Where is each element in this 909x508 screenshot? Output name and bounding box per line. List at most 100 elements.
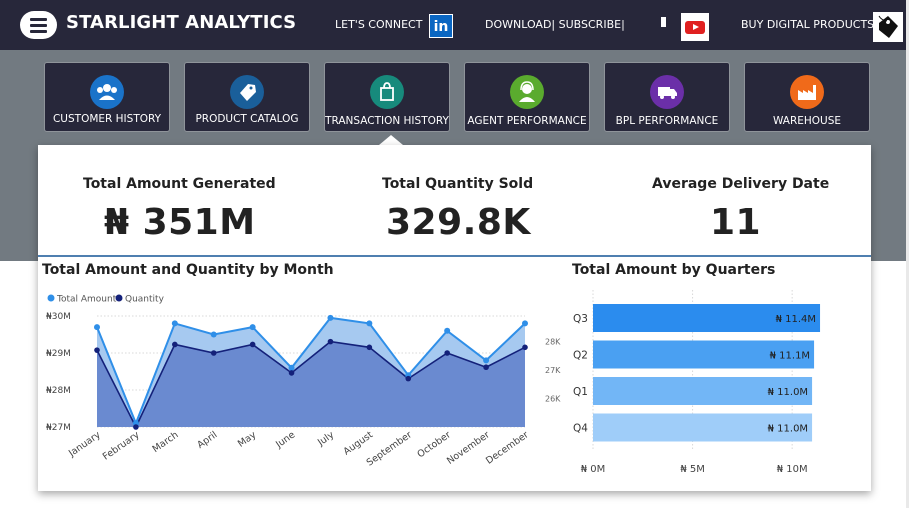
- x-tick-label: April: [195, 429, 219, 450]
- kpi-value-quantity: 329.8K: [386, 202, 531, 243]
- nav-button-transaction-history[interactable]: TRANSACTION HISTORY: [324, 62, 450, 132]
- nav-button-customer-history[interactable]: CUSTOMER HISTORY: [44, 62, 170, 132]
- amount-point[interactable]: [444, 327, 451, 334]
- shopping-bag-icon: [370, 75, 404, 109]
- top-bar: STARLIGHT ANALYTICS LET'S CONNECT in DOW…: [0, 0, 909, 50]
- y-tick-label-left: ₦27M: [46, 423, 71, 433]
- quarter-label: Q1: [573, 386, 588, 398]
- quarter-data-label: ₦ 11.1M: [770, 351, 810, 362]
- x-tick-label: May: [236, 429, 259, 449]
- y-tick-label-left: ₦30M: [46, 312, 71, 322]
- nav-button-agent-performance[interactable]: AGENT PERFORMANCE: [464, 62, 590, 132]
- quantity-point[interactable]: [210, 350, 217, 356]
- amount-point[interactable]: [94, 324, 100, 331]
- kpi-value-delivery: 11: [710, 202, 762, 243]
- nav-label: PRODUCT CATALOG: [195, 113, 299, 125]
- customers-icon: [90, 75, 124, 109]
- x-tick-label: November: [445, 429, 492, 466]
- active-tab-pointer: [379, 135, 403, 145]
- x-tick-label: June: [273, 429, 297, 451]
- quantity-point[interactable]: [249, 341, 256, 348]
- nav-button-warehouse[interactable]: WAREHOUSE: [744, 62, 870, 132]
- delivery-truck-icon-glyph: [658, 87, 677, 99]
- nav-button-product-catalog[interactable]: PRODUCT CATALOG: [184, 62, 310, 132]
- quarter-data-label: ₦ 11.0M: [768, 424, 808, 435]
- quantity-point[interactable]: [133, 424, 139, 430]
- nav-label: TRANSACTION HISTORY: [325, 115, 449, 127]
- amount-point[interactable]: [249, 324, 256, 331]
- x-tick-label: ₦ 10M: [777, 464, 808, 475]
- tags-icon-glyph: [240, 84, 256, 101]
- y-tick-label-right: 28K: [545, 338, 561, 347]
- quarter-label: Q2: [573, 350, 588, 362]
- y-tick-label-right: 26K: [545, 395, 561, 404]
- quarter-label: Q4: [573, 423, 588, 435]
- legend-label-amount: Total Amount: [56, 295, 117, 305]
- x-tick-label: ₦ 0M: [581, 464, 606, 475]
- quarter-chart-title: Total Amount by Quarters: [572, 262, 776, 278]
- quantity-point[interactable]: [172, 341, 178, 348]
- quantity-point[interactable]: [288, 370, 295, 376]
- legend-label-quantity: Quantity: [125, 295, 165, 305]
- quarter-label: Q3: [573, 313, 588, 325]
- separator-mark: [661, 17, 666, 27]
- quarter-data-label: ₦ 11.4M: [776, 314, 816, 325]
- connect-link[interactable]: LET'S CONNECT: [335, 18, 422, 31]
- monthly-area-chart: Total Amount Quantity ₦27M ₦28M ₦29M ₦30M 26K 2…: [46, 294, 561, 469]
- price-tag-icon[interactable]: [873, 12, 903, 42]
- amount-point[interactable]: [483, 357, 490, 364]
- quantity-point[interactable]: [405, 375, 412, 382]
- amount-point[interactable]: [366, 320, 373, 327]
- youtube-button[interactable]: [681, 13, 709, 41]
- quantity-point[interactable]: [366, 344, 373, 351]
- amount-point[interactable]: [327, 314, 334, 321]
- nav-label: CUSTOMER HISTORY: [52, 113, 162, 125]
- hamburger-menu-icon[interactable]: [20, 11, 57, 39]
- y-tick-label-right: 27K: [545, 366, 561, 375]
- x-tick-label: August: [342, 429, 376, 457]
- x-tick-label: ₦ 5M: [680, 464, 705, 475]
- nav-label: WAREHOUSE: [772, 115, 842, 127]
- legend-marker-quantity: [115, 294, 123, 302]
- x-tick-label: January: [66, 429, 103, 459]
- buy-products-link[interactable]: BUY DIGITAL PRODUCTS: [741, 18, 874, 31]
- kpi-title-amount: Total Amount Generated: [83, 176, 276, 192]
- amount-point[interactable]: [171, 320, 178, 327]
- quantity-point[interactable]: [327, 338, 334, 345]
- quarter-data-label: ₦ 11.0M: [768, 387, 808, 398]
- customers-icon-glyph: [97, 84, 117, 100]
- factory-icon: [790, 75, 824, 109]
- quantity-point[interactable]: [522, 344, 528, 351]
- youtube-icon: [685, 21, 705, 34]
- quantity-point[interactable]: [483, 364, 489, 371]
- brand-title: STARLIGHT ANALYTICS: [66, 12, 297, 33]
- kpi-divider: [38, 255, 871, 257]
- quantity-point[interactable]: [444, 350, 450, 356]
- tags-icon: [230, 75, 264, 109]
- x-tick-label: March: [150, 429, 180, 455]
- kpi-title-quantity: Total Quantity Sold: [382, 176, 534, 192]
- shopping-bag-icon-glyph: [380, 82, 394, 101]
- quarter-bar-chart: ₦ 0M ₦ 5M ₦ 10M Q3 ₦ 11.4M Q2 ₦ 11.1M Q1 ₦ 11.0M…: [573, 290, 821, 475]
- monthly-chart-title: Total Amount and Quantity by Month: [42, 262, 334, 278]
- factory-icon-glyph: [798, 85, 816, 100]
- agent-icon: [510, 75, 544, 109]
- agent-icon-glyph: [519, 81, 535, 102]
- amount-point[interactable]: [210, 331, 217, 338]
- x-tick-label: February: [101, 429, 142, 462]
- y-tick-label-left: ₦28M: [46, 386, 71, 396]
- x-tick-label: December: [484, 429, 531, 466]
- legend-marker-amount: [47, 294, 55, 302]
- kpi-title-delivery: Average Delivery Date: [652, 176, 830, 192]
- nav-button-bpl-performance[interactable]: BPL PERFORMANCE: [604, 62, 730, 132]
- y-tick-label-left: ₦29M: [46, 349, 71, 359]
- kpi-value-amount: ₦ 351M: [104, 202, 256, 243]
- delivery-truck-icon: [650, 75, 684, 109]
- amount-point[interactable]: [522, 320, 528, 327]
- nav-label: AGENT PERFORMANCE: [467, 115, 587, 127]
- download-subscribe-link[interactable]: DOWNLOAD| SUBSCRIBE|: [485, 18, 625, 31]
- amount-point[interactable]: [288, 364, 295, 371]
- dashboard: { "header": { "brand": "STARLIGHT ANALYT…: [0, 0, 909, 508]
- linkedin-icon[interactable]: in: [429, 14, 453, 38]
- quantity-point[interactable]: [94, 347, 100, 353]
